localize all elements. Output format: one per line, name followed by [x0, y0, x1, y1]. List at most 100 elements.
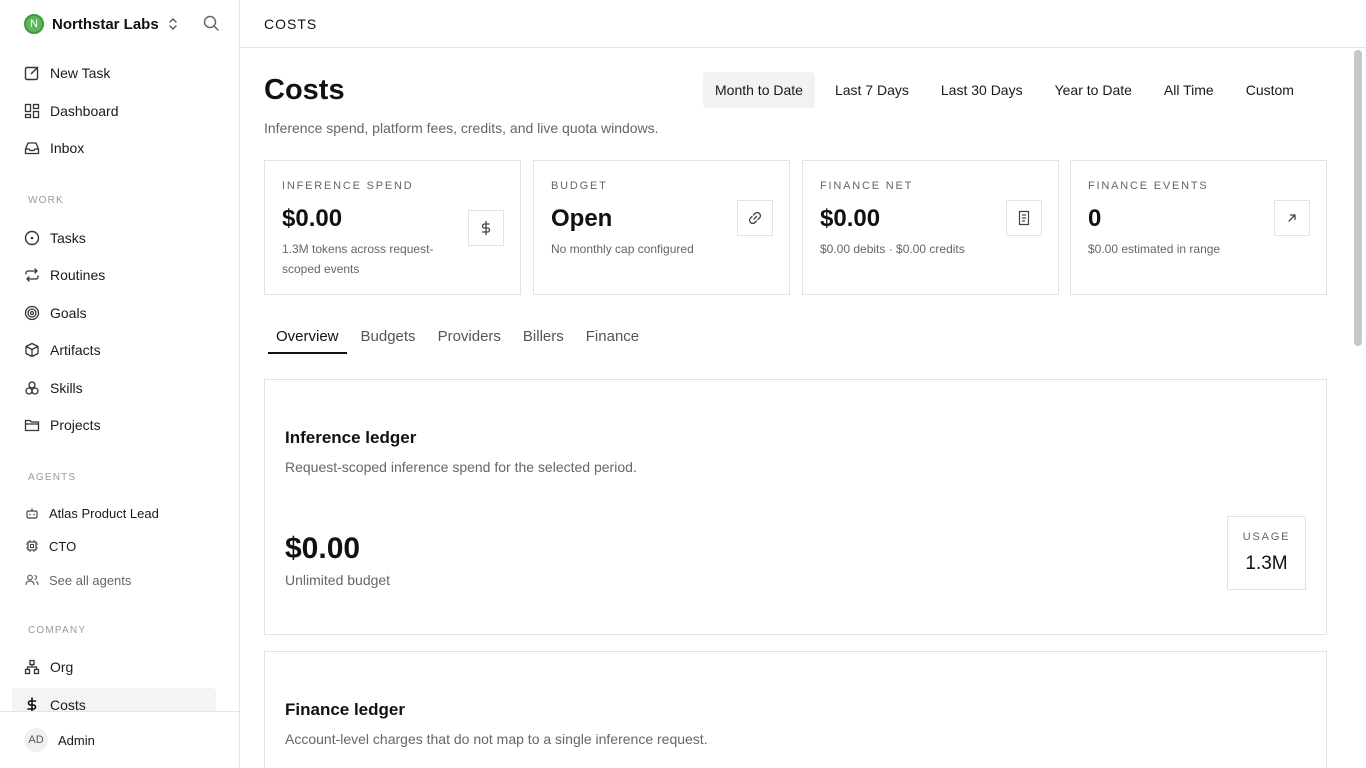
nav-label: Goals [50, 305, 87, 321]
card-value: 0 [1088, 205, 1102, 232]
breadcrumb: COSTS [264, 15, 318, 32]
nav-label: Projects [50, 417, 101, 433]
card-value: $0.00 [820, 205, 881, 232]
range-month-to-date[interactable]: Month to Date [703, 72, 815, 108]
boxes-icon [25, 381, 39, 395]
nav-tasks[interactable]: Tasks [12, 221, 216, 255]
range-year-to-date[interactable]: Year to Date [1043, 72, 1144, 108]
nav-dashboard[interactable]: Dashboard [12, 94, 216, 128]
tab-overview[interactable]: Overview [268, 322, 347, 354]
nav-label: Artifacts [50, 342, 101, 358]
stat-card-finance-net: FINANCE NET $0.00 $0.00 debits · $0.00 c… [802, 160, 1059, 295]
range-all-time[interactable]: All Time [1152, 72, 1226, 108]
usage-value: 1.3M [1245, 553, 1288, 574]
card-subtext: 1.3M tokens across request-scoped events [282, 242, 434, 276]
cpu-icon [26, 540, 38, 552]
card-label: BUDGET [551, 180, 608, 192]
repeat-icon [25, 268, 39, 282]
company-name: Northstar Labs [52, 15, 159, 33]
topbar: COSTS [240, 0, 1366, 48]
sidebar: N Northstar Labs New Task Dashboard Inbo… [0, 0, 240, 768]
page-subtitle: Inference spend, platform fees, credits,… [264, 120, 659, 136]
inbox-icon [24, 142, 40, 155]
users-icon [25, 574, 39, 586]
tab-billers[interactable]: Billers [515, 322, 572, 354]
panel-subtitle: Request-scoped inference spend for the s… [285, 459, 637, 475]
date-range-tabs: Month to Date Last 7 Days Last 30 Days Y… [703, 72, 1314, 108]
link-icon [737, 200, 773, 236]
stat-card-inference-spend: INFERENCE SPEND $0.00 1.3M tokens across… [264, 160, 521, 295]
dollar-icon [468, 210, 504, 246]
agent-atlas-product-lead[interactable]: Atlas Product Lead [12, 498, 216, 528]
search-icon[interactable] [202, 14, 220, 32]
org-icon [24, 659, 40, 675]
inference-amount: $0.00 [285, 532, 361, 565]
dashboard-icon [24, 103, 40, 119]
agent-label: CTO [49, 538, 77, 554]
scrollbar[interactable] [1354, 50, 1362, 346]
card-subtext: $0.00 estimated in range [1088, 242, 1221, 256]
inference-ledger-panel: Inference ledger Request-scoped inferenc… [264, 379, 1327, 635]
nav-org[interactable]: Org [12, 650, 216, 684]
panel-title: Inference ledger [285, 428, 417, 447]
nav-label: New Task [50, 65, 111, 81]
company-switcher[interactable]: N Northstar Labs [24, 13, 224, 35]
edit-icon [24, 66, 39, 81]
user-name: Admin [58, 732, 95, 748]
usage-label: USAGE [1242, 531, 1291, 543]
circle-icon [24, 230, 40, 246]
range-last-30-days[interactable]: Last 30 Days [929, 72, 1035, 108]
section-label-company: COMPANY [28, 625, 87, 636]
card-value: $0.00 [282, 205, 343, 232]
panel-title: Finance ledger [285, 700, 405, 719]
nav-new-task[interactable]: New Task [12, 56, 216, 90]
target-icon [24, 305, 40, 321]
tab-providers[interactable]: Providers [430, 322, 509, 354]
card-subtext: $0.00 debits · $0.00 credits [820, 242, 965, 256]
see-all-agents-link[interactable]: See all agents [12, 565, 216, 595]
card-subtext: No monthly cap configured [551, 242, 694, 256]
section-tabs: Overview Budgets Providers Billers Finan… [268, 322, 653, 354]
section-label-agents: AGENTS [28, 472, 77, 483]
nav-label: Tasks [50, 230, 86, 246]
panel-subtitle: Account-level charges that do not map to… [285, 731, 708, 747]
budget-status: Unlimited budget [285, 572, 391, 588]
stat-card-finance-events: FINANCE EVENTS 0 $0.00 estimated in rang… [1070, 160, 1327, 295]
card-value: Open [551, 205, 613, 232]
range-custom[interactable]: Custom [1234, 72, 1306, 108]
card-label: FINANCE EVENTS [1088, 180, 1209, 192]
agent-label: Atlas Product Lead [49, 505, 159, 521]
bot-icon [26, 508, 38, 519]
chevron-up-down-icon [168, 18, 177, 30]
nav-label: Org [50, 659, 74, 675]
nav-label: Dashboard [50, 103, 119, 119]
nav-label: Routines [50, 267, 106, 283]
card-label: INFERENCE SPEND [282, 180, 414, 192]
nav-artifacts[interactable]: Artifacts [12, 333, 216, 367]
tab-finance[interactable]: Finance [578, 322, 647, 354]
see-all-agents-label: See all agents [49, 572, 132, 588]
stat-card-budget: BUDGET Open No monthly cap configured [533, 160, 790, 295]
card-label: FINANCE NET [820, 180, 914, 192]
company-logo: N [24, 14, 44, 34]
page-title: Costs [264, 74, 345, 106]
folder-icon [24, 419, 40, 432]
section-label-work: WORK [28, 195, 64, 206]
avatar: AD [24, 728, 48, 752]
receipt-icon [1006, 200, 1042, 236]
nav-skills[interactable]: Skills [12, 371, 216, 405]
nav-label: Skills [50, 380, 83, 396]
nav-goals[interactable]: Goals [12, 296, 216, 330]
nav-label: Inbox [50, 140, 85, 156]
tab-budgets[interactable]: Budgets [353, 322, 424, 354]
usage-box: USAGE 1.3M [1227, 516, 1306, 590]
nav-inbox[interactable]: Inbox [12, 131, 216, 165]
finance-ledger-panel: Finance ledger Account-level charges tha… [264, 651, 1327, 768]
box-icon [25, 342, 39, 358]
nav-routines[interactable]: Routines [12, 258, 216, 292]
arrow-up-right-icon [1274, 200, 1310, 236]
nav-projects[interactable]: Projects [12, 408, 216, 442]
agent-cto[interactable]: CTO [12, 531, 216, 561]
user-menu[interactable]: AD Admin [0, 711, 239, 768]
range-last-7-days[interactable]: Last 7 Days [823, 72, 921, 108]
